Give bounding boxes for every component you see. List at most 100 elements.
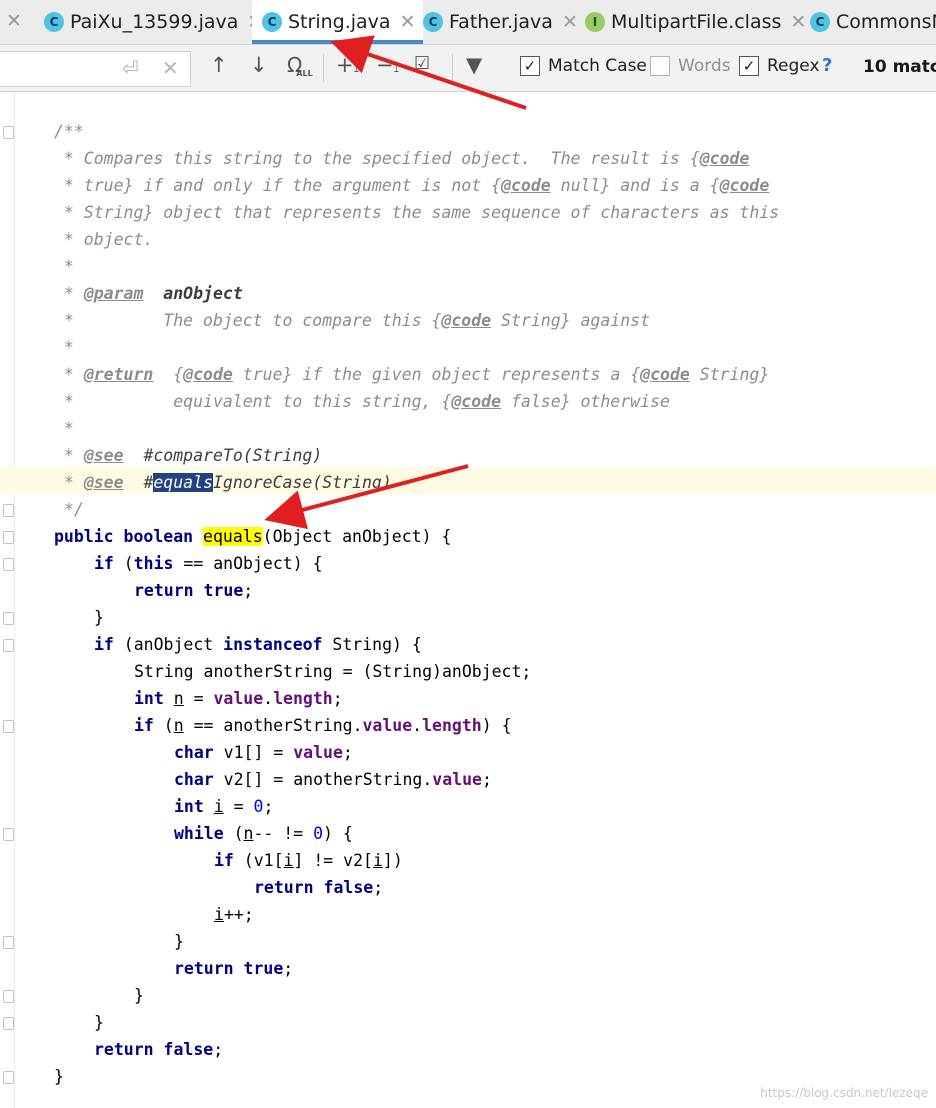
clear-icon[interactable]: ✕ (162, 56, 179, 80)
code-line: * The object to compare this {@code Stri… (0, 307, 779, 334)
search-input[interactable]: ⏎ ✕ (0, 51, 191, 87)
code-line: } (54, 1067, 64, 1086)
javadoc-tag: @code (501, 176, 551, 195)
javadoc-text: * (54, 338, 74, 357)
tab-close-icon[interactable]: ✕ (400, 11, 416, 33)
tab-label: PaiXu_13599.java (70, 11, 239, 33)
javadoc-text: */ (54, 500, 84, 519)
code-line: if (n == anotherString.value.length) { (134, 716, 512, 735)
javadoc-text: * (54, 419, 74, 438)
code-line: if (anObject instanceof String) { (94, 635, 422, 654)
tab-label: Father.java (449, 11, 553, 33)
javadoc-text: true} if the given object represents a { (232, 365, 641, 384)
code-line: } (94, 608, 104, 627)
code-line: } (134, 986, 144, 1005)
code-line: int i = 0; (174, 797, 274, 816)
code-line: * true} if and only if the argument is n… (0, 172, 779, 199)
javadoc-tag: @code (719, 176, 770, 195)
editor-tab-bar: ✕ C PaiXu_13599.java ✕ C String.java ✕ C… (0, 0, 936, 45)
javadoc-text: * (54, 284, 84, 303)
code-line: /** (0, 118, 779, 145)
code-line: public boolean equals(Object anObject) { (54, 527, 452, 546)
javadoc-text: { (153, 365, 184, 384)
match-case-label: Match Case (548, 56, 647, 76)
javadoc-text: * equivalent to this string, { (54, 392, 452, 411)
code-line: if (this == anObject) { (94, 554, 323, 573)
find-toolbar: ⏎ ✕ ↑ ↓ ΩALL +ꕯ −ꕯ ☑ ▼ ✓ Match Case Word… (0, 45, 936, 92)
code-line: char v2[] = anotherString.value; (174, 770, 492, 789)
javadoc-reference: #compareTo(String) (143, 446, 323, 465)
javadoc-tag: @code (699, 149, 750, 168)
code-line: */ (0, 496, 779, 523)
code-line: return true; (134, 581, 254, 600)
javadoc-text: * The object to compare this { (54, 311, 442, 330)
code-line: * (0, 415, 779, 442)
class-icon: C (44, 12, 64, 32)
tab-paixu[interactable]: C PaiXu_13599.java ✕ (44, 0, 263, 44)
class-icon: C (262, 12, 282, 32)
tab-commons[interactable]: C CommonsM (810, 0, 936, 44)
javadoc-tag: @return (83, 365, 154, 384)
code-line: * @see #equalsIgnoreCase(String) (54, 473, 392, 492)
tab-close-icon[interactable]: ✕ (562, 11, 578, 33)
match-case-checkbox[interactable]: ✓ Match Case (520, 56, 647, 76)
javadoc-text: /** (54, 122, 84, 141)
close-icon[interactable]: ✕ (6, 10, 22, 32)
new-line-icon[interactable]: ⏎ (122, 56, 139, 80)
javadoc-reference: # (143, 473, 154, 492)
filter-icon[interactable]: ▼ (466, 53, 482, 77)
javadoc-text: * (54, 257, 74, 276)
remove-occurrence-icon[interactable]: −ꕯ (376, 53, 399, 77)
javadoc-text: * String} object that represents the sam… (54, 203, 780, 222)
all-label: ALL (296, 69, 313, 78)
class-icon: C (810, 12, 830, 32)
code-line: } (94, 1013, 104, 1032)
javadoc-text: null} and is a { (550, 176, 720, 195)
javadoc-tag: @see (83, 446, 124, 465)
previous-occurrence-icon[interactable]: ↑ (210, 53, 228, 77)
match-count: 10 match (863, 57, 936, 77)
next-occurrence-icon[interactable]: ↓ (250, 53, 268, 77)
words-checkbox[interactable]: Words (650, 56, 731, 76)
tab-father[interactable]: C Father.java ✕ (423, 0, 578, 44)
javadoc-tag: @code (183, 365, 233, 384)
javadoc-text: String} against (491, 311, 651, 330)
code-editor[interactable]: /** * Compares this string to the specif… (0, 92, 936, 1108)
code-line: * String} object that represents the sam… (0, 199, 779, 226)
javadoc-text: * true} if and only if the argument is n… (54, 176, 502, 195)
code-line: int n = value.length; (134, 689, 343, 708)
javadoc-text: String} (689, 365, 770, 384)
watermark: https://blog.csdn.net/lezeqe (760, 1086, 928, 1100)
code-line: * (0, 253, 779, 280)
checkbox-checked-icon: ✓ (739, 56, 759, 76)
code-lines: /** * Compares this string to the specif… (0, 118, 779, 1090)
code-line: * @return {@code true} if the given obje… (54, 365, 770, 384)
words-label: Words (678, 56, 731, 76)
javadoc-text: * Compares this string to the specified … (54, 149, 700, 168)
regex-label: Regex (767, 56, 820, 76)
javadoc-tag: @param (83, 284, 144, 303)
checkbox-empty-icon (650, 56, 670, 76)
javadoc-tag: @code (451, 392, 502, 411)
add-occurrence-icon[interactable]: +ꕯ (336, 53, 359, 77)
code-line: * Compares this string to the specified … (0, 145, 779, 172)
tab-label: String.java (288, 11, 391, 33)
tab-multipartfile[interactable]: I MultipartFile.class ✕ (585, 0, 806, 44)
interface-icon: I (585, 12, 605, 32)
code-line: String anotherString = (String)anObject; (134, 662, 532, 681)
checkbox-checked-icon: ✓ (520, 56, 540, 76)
code-line: return false; (254, 878, 384, 897)
search-match-highlight: equals (203, 527, 263, 546)
code-line: * (0, 334, 779, 361)
regex-checkbox[interactable]: ✓ Regex (739, 56, 820, 76)
tab-label: CommonsM (836, 11, 936, 33)
code-line: return true; (174, 959, 294, 978)
code-line: char v1[] = value; (174, 743, 353, 762)
tab-string[interactable]: C String.java ✕ (252, 0, 424, 44)
tab-close-icon[interactable]: ✕ (790, 11, 806, 33)
regex-help-link[interactable]: ? (822, 55, 832, 76)
code-line: return false; (94, 1040, 224, 1059)
select-all-icon[interactable]: ☑ (414, 53, 430, 74)
javadoc-text: false} otherwise (501, 392, 670, 411)
select-all-occurrences-icon[interactable]: ΩALL (287, 53, 319, 78)
